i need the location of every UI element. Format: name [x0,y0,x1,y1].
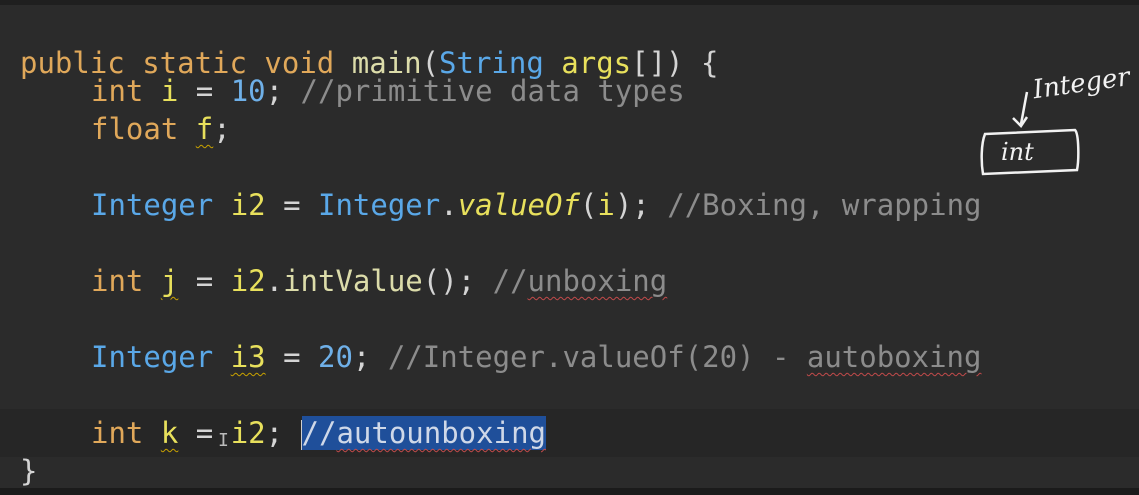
variable: f [195,112,214,146]
operator: = [178,264,231,298]
dot: . [440,188,458,222]
call-parens: (); [422,264,493,298]
number-literal: 10 [230,74,266,108]
paren-open: ( [579,188,598,222]
code-line-int-j: int j = i2.intValue(); //unboxing [0,257,1139,305]
code-line-integer-i3: Integer i3 = 20; //Integer.valueOf(20) -… [0,333,1139,381]
code-line-float-f: float f; [0,105,1139,153]
keyword: int [91,416,161,450]
object-ref: i2 [230,264,266,298]
method-call: valueOf [457,188,580,222]
dot: . [265,264,284,298]
method-call: intValue [283,264,423,298]
comment-text: unboxing [527,264,668,298]
type-name: Integer [91,340,231,374]
comment-prefix: //Integer.valueOf(20) - [387,340,807,374]
comment-prefix: // [492,264,528,298]
comment: //primitive data types [300,74,685,108]
annotation-label: Integer [1030,62,1133,105]
variable: k [160,416,179,450]
semicolon: ; [265,74,301,108]
operator: = [265,340,318,374]
semicolon: ; [265,416,301,450]
semicolon: ; [352,340,388,374]
code-line-main-signature: public static void main(String args[]) { [0,0,1139,80]
keyword: float [91,112,196,146]
variable: i [160,74,179,108]
variable: j [160,264,179,298]
closing-brace: } [20,454,38,488]
comment-text: autoboxing [806,340,982,374]
argument: i [597,188,615,222]
object-ref: i2 [230,416,266,450]
annotation-box-text: int [1001,138,1034,166]
comment: //Boxing, wrapping [667,188,982,222]
paren-close: ); [614,188,668,222]
class-ref: Integer [318,188,441,222]
variable: i3 [230,340,266,374]
variable: i2 [230,188,266,222]
selected-comment-text: autounboxing [336,416,546,450]
mouse-ibeam-icon: I [218,430,229,451]
operator: = [265,188,318,222]
operator: = [178,74,231,108]
keyword: int [91,264,161,298]
bottom-bar [0,488,1139,495]
code-line-integer-i2: Integer i2 = Integer.valueOf(i); //Boxin… [0,181,1139,229]
type-name: Integer [91,188,231,222]
number-literal: 20 [318,340,353,374]
semicolon: ; [213,112,231,146]
annotation-drawing: Integer int [980,62,1133,176]
code-editor[interactable]: public static void main(String args[]) {… [0,0,1139,495]
keyword: int [91,74,161,108]
handwritten-annotation: Integer int [975,62,1135,182]
selected-comment-prefix: // [301,416,337,450]
